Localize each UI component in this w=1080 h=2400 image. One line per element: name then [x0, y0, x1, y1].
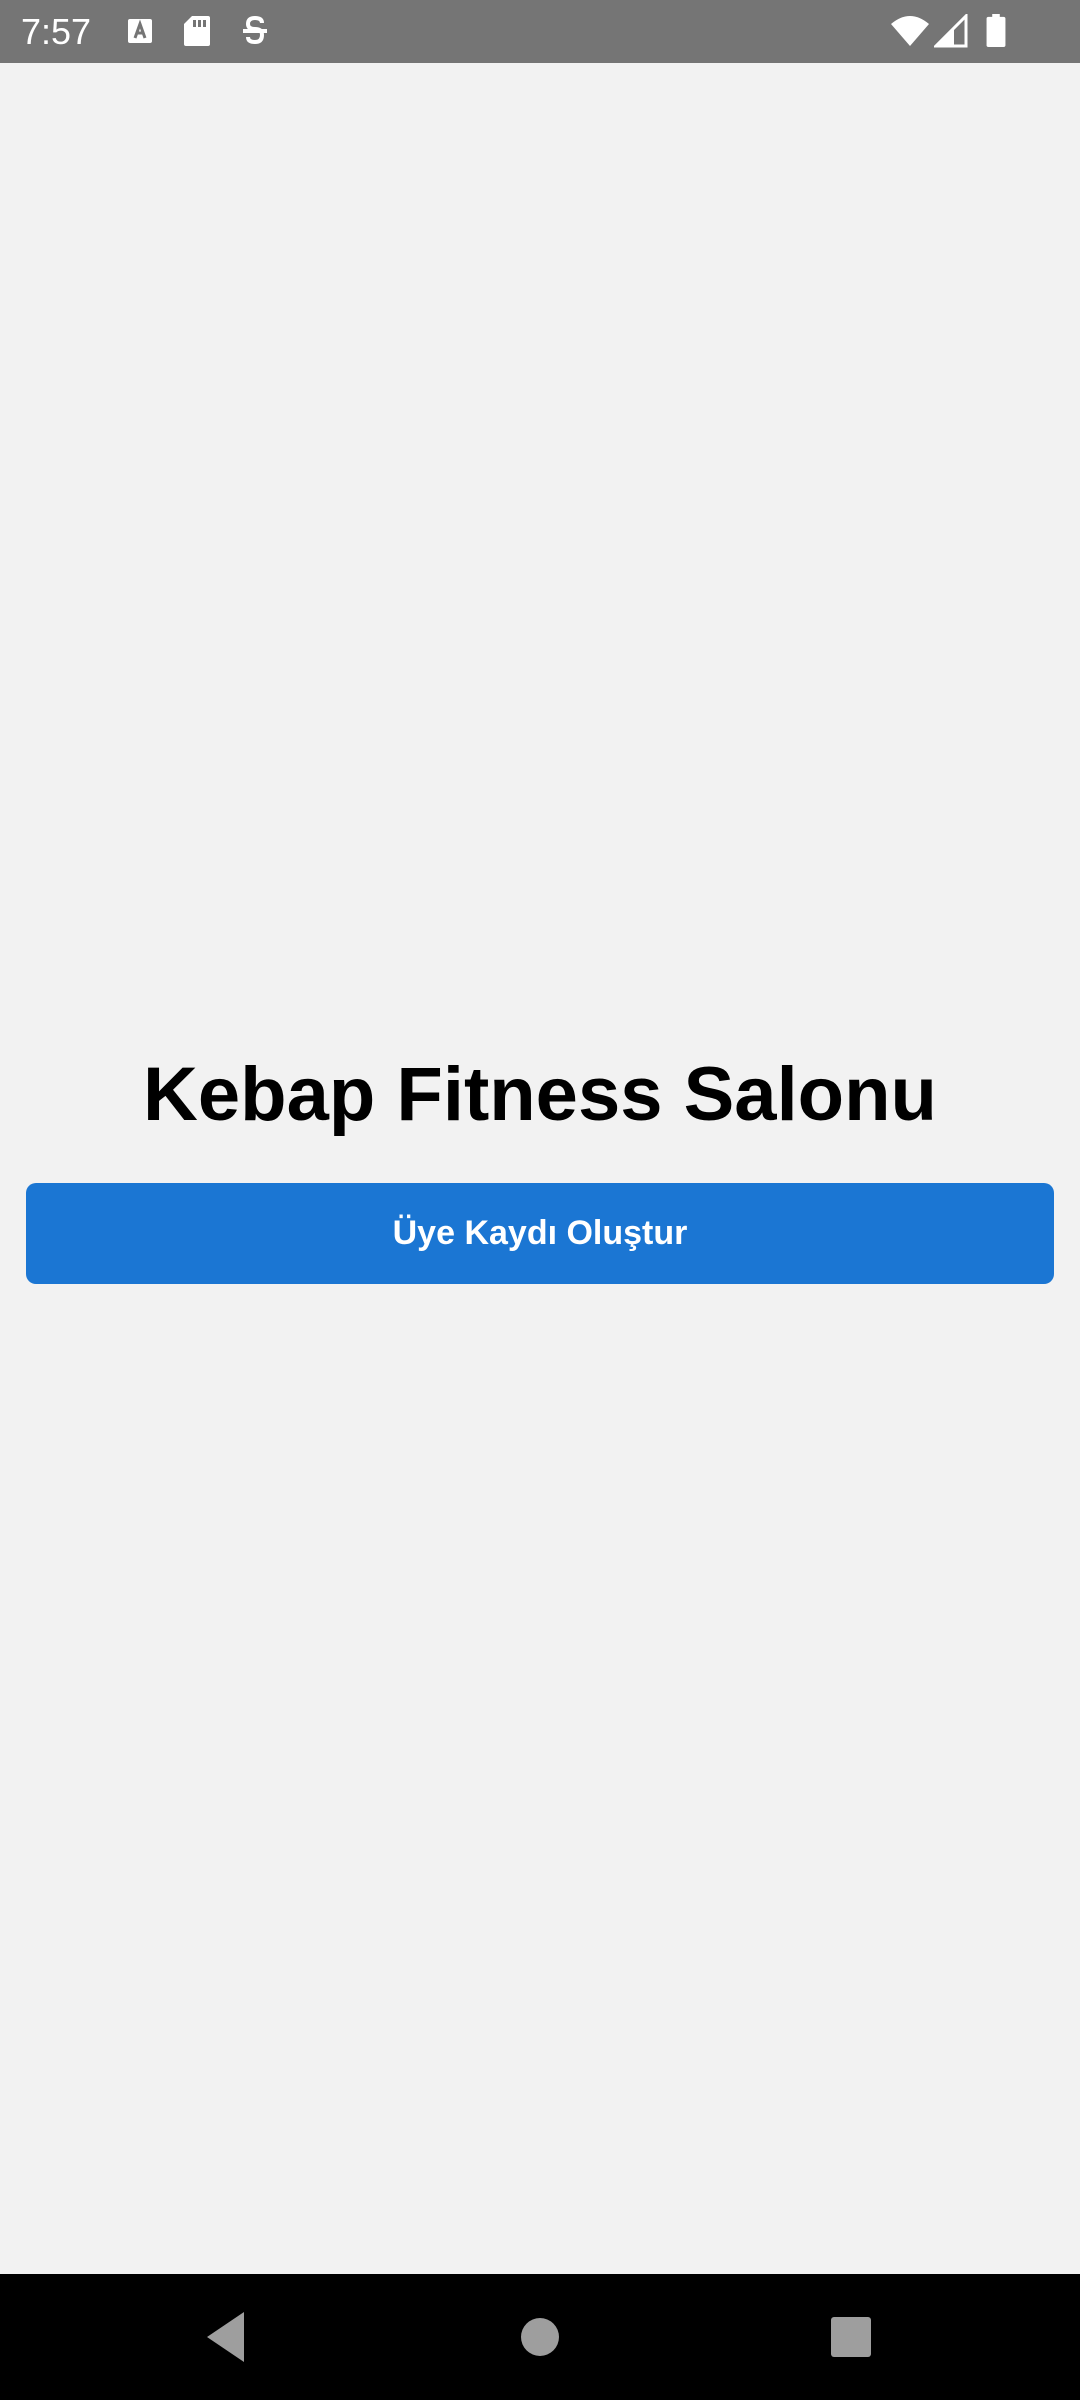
status-bar: 7:57: [0, 0, 1080, 63]
page-title: Kebap Fitness Salonu: [143, 1052, 937, 1137]
wifi-icon: [891, 16, 929, 46]
app-screen: 7:57 Kebap Fitness Salonu Üye Kaydı Oluş…: [0, 0, 1080, 2400]
font-a-icon: [128, 19, 152, 43]
battery-icon: [986, 14, 1006, 48]
register-member-button[interactable]: Üye Kaydı Oluştur: [26, 1183, 1054, 1284]
status-time: 7:57: [21, 11, 92, 52]
navigation-bar: [0, 2274, 1080, 2400]
recents-icon[interactable]: [771, 2274, 931, 2400]
app-notification-icon: [243, 15, 267, 45]
home-icon[interactable]: [460, 2274, 620, 2400]
signal-icon: [934, 14, 968, 48]
sd-card-icon: [184, 16, 210, 46]
back-icon[interactable]: [145, 2274, 305, 2400]
